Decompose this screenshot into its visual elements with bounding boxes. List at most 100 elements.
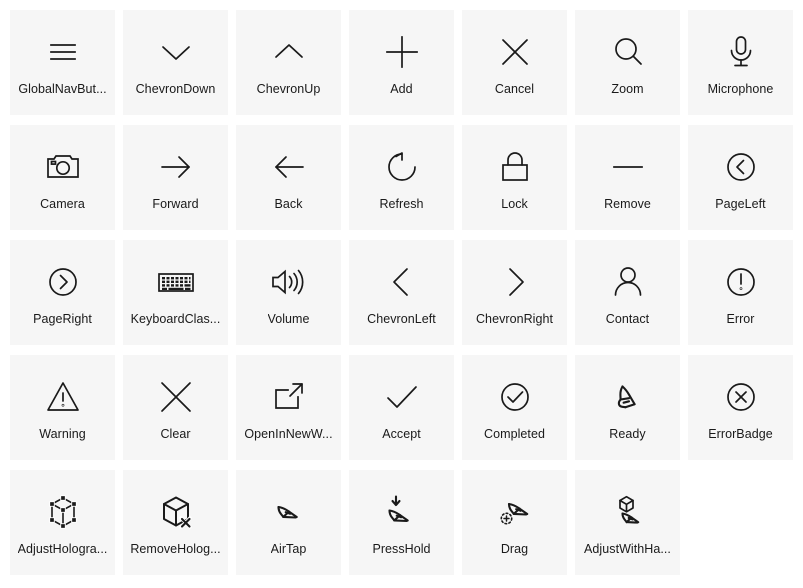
icon-tile-label: PageLeft [715, 197, 766, 211]
icon-tile-removehologram[interactable]: RemoveHolog... [123, 470, 228, 575]
icon-tile-label: ChevronUp [256, 82, 321, 96]
icon-tile-label: PageRight [33, 312, 92, 326]
remove-hologram-icon [155, 486, 197, 538]
warning-icon [42, 371, 84, 423]
icon-tile-lock[interactable]: Lock [462, 125, 567, 230]
icon-tile-contact[interactable]: Contact [575, 240, 680, 345]
icon-tile-label: Completed [484, 427, 545, 441]
chevron-right-icon [494, 256, 536, 308]
ready-hand-icon [607, 371, 649, 423]
icon-tile-label: Zoom [611, 82, 644, 96]
icon-tile-label: Drag [500, 542, 529, 556]
air-tap-icon [268, 486, 310, 538]
icon-tile-zoom[interactable]: Zoom [575, 10, 680, 115]
icon-tile-label: Warning [39, 427, 86, 441]
icon-tile-label: Ready [609, 427, 646, 441]
icon-tile-label: ChevronDown [135, 82, 216, 96]
remove-icon [607, 141, 649, 193]
icon-tile-label: AdjustHologra... [17, 542, 108, 556]
page-left-icon [720, 141, 762, 193]
forward-arrow-icon [155, 141, 197, 193]
icon-tile-openinnewwindow[interactable]: OpenInNewW... [236, 355, 341, 460]
global-nav-button-icon [42, 26, 84, 78]
completed-icon [494, 371, 536, 423]
page-right-icon [42, 256, 84, 308]
icon-tile-accept[interactable]: Accept [349, 355, 454, 460]
icon-tile-label: Add [390, 82, 413, 96]
icon-tile-label: Forward [152, 197, 199, 211]
camera-icon [42, 141, 84, 193]
icon-tile-forward[interactable]: Forward [123, 125, 228, 230]
icon-tile-label: ChevronRight [475, 312, 554, 326]
icon-tile-refresh[interactable]: Refresh [349, 125, 454, 230]
icon-tile-label: Remove [604, 197, 651, 211]
icon-tile-label: Refresh [379, 197, 424, 211]
add-icon [381, 26, 423, 78]
icon-tile-label: Cancel [494, 82, 535, 96]
icon-tile-microphone[interactable]: Microphone [688, 10, 793, 115]
icon-tile-label: Contact [605, 312, 650, 326]
icon-tile-label: Camera [40, 197, 85, 211]
icon-tile-chevronup[interactable]: ChevronUp [236, 10, 341, 115]
icon-tile-chevronright[interactable]: ChevronRight [462, 240, 567, 345]
icon-tile-label: ErrorBadge [708, 427, 773, 441]
icon-tile-pageleft[interactable]: PageLeft [688, 125, 793, 230]
clear-icon [155, 371, 197, 423]
icon-tile-chevrondown[interactable]: ChevronDown [123, 10, 228, 115]
icon-tile-ready[interactable]: Ready [575, 355, 680, 460]
icon-tile-label: GlobalNavBut... [18, 82, 107, 96]
icon-tile-label: Microphone [707, 82, 774, 96]
lock-icon [494, 141, 536, 193]
icon-grid: GlobalNavBut... ChevronDown ChevronUp Add Ca… [0, 0, 803, 575]
icon-tile-errorbadge[interactable]: ErrorBadge [688, 355, 793, 460]
icon-tile-label: OpenInNewW... [244, 427, 333, 441]
keyboard-classic-icon [155, 256, 197, 308]
icon-tile-label: Lock [501, 197, 528, 211]
icon-tile-label: AirTap [270, 542, 307, 556]
icon-tile-back[interactable]: Back [236, 125, 341, 230]
icon-tile-pageright[interactable]: PageRight [10, 240, 115, 345]
icon-tile-add[interactable]: Add [349, 10, 454, 115]
icon-tile-label: Clear [160, 427, 191, 441]
press-hold-icon [381, 486, 423, 538]
icon-tile-label: PressHold [372, 542, 431, 556]
icon-tile-label: RemoveHolog... [130, 542, 221, 556]
icon-tile-error[interactable]: Error [688, 240, 793, 345]
icon-tile-label: Volume [267, 312, 310, 326]
icon-tile-drag[interactable]: Drag [462, 470, 567, 575]
microphone-icon [720, 26, 762, 78]
cancel-icon [494, 26, 536, 78]
icon-tile-label: Error [726, 312, 755, 326]
icon-tile-camera[interactable]: Camera [10, 125, 115, 230]
icon-tile-adjustwithhand[interactable]: AdjustWithHa... [575, 470, 680, 575]
icon-tile-warning[interactable]: Warning [10, 355, 115, 460]
open-in-new-window-icon [268, 371, 310, 423]
icon-tile-adjusthologram[interactable]: AdjustHologra... [10, 470, 115, 575]
adjust-with-hand-icon [607, 486, 649, 538]
back-arrow-icon [268, 141, 310, 193]
error-icon [720, 256, 762, 308]
volume-icon [268, 256, 310, 308]
zoom-icon [607, 26, 649, 78]
icon-tile-completed[interactable]: Completed [462, 355, 567, 460]
icon-tile-presshold[interactable]: PressHold [349, 470, 454, 575]
icon-tile-globalnavbutton[interactable]: GlobalNavBut... [10, 10, 115, 115]
icon-tile-label: KeyboardClas... [130, 312, 221, 326]
icon-tile-label: ChevronLeft [367, 312, 436, 326]
icon-tile-label: Accept [382, 427, 421, 441]
icon-tile-cancel[interactable]: Cancel [462, 10, 567, 115]
icon-tile-volume[interactable]: Volume [236, 240, 341, 345]
icon-tile-keyboardclassic[interactable]: KeyboardClas... [123, 240, 228, 345]
contact-icon [607, 256, 649, 308]
icon-tile-airtap[interactable]: AirTap [236, 470, 341, 575]
adjust-hologram-icon [42, 486, 84, 538]
refresh-icon [381, 141, 423, 193]
icon-tile-clear[interactable]: Clear [123, 355, 228, 460]
icon-tile-remove[interactable]: Remove [575, 125, 680, 230]
icon-tile-chevronleft[interactable]: ChevronLeft [349, 240, 454, 345]
error-badge-icon [720, 371, 762, 423]
drag-icon [494, 486, 536, 538]
chevron-down-icon [155, 26, 197, 78]
icon-tile-label: AdjustWithHa... [584, 542, 671, 556]
icon-tile-label: Back [274, 197, 303, 211]
